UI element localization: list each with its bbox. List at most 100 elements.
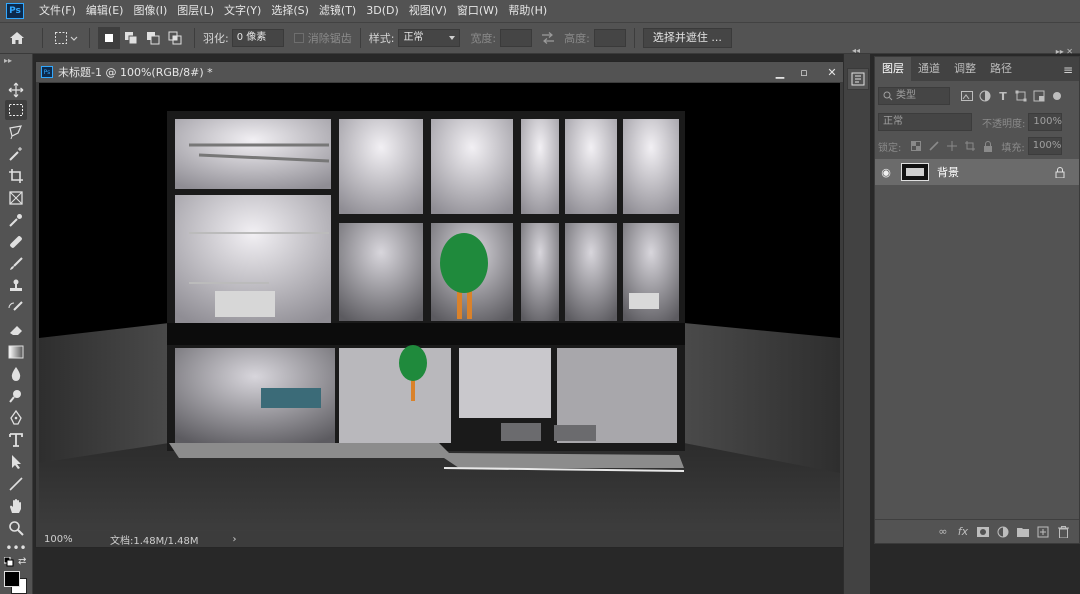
style-select[interactable]: 正常 bbox=[398, 29, 461, 47]
blend-mode-select[interactable]: 正常 bbox=[878, 113, 972, 131]
document-tab[interactable]: Ps 未标题-1 @ 100%(RGB/8#) * ▁ ▫ ✕ bbox=[36, 62, 854, 82]
filter-adjustment-button[interactable] bbox=[976, 87, 994, 105]
opacity-input[interactable]: 100% bbox=[1028, 113, 1063, 131]
panel-menu-icon[interactable]: ≡ bbox=[1063, 64, 1073, 76]
brush-tool[interactable] bbox=[5, 254, 27, 274]
menu-type[interactable]: 文字(Y) bbox=[219, 0, 266, 22]
intersect-selection-button[interactable] bbox=[164, 27, 186, 49]
menu-help[interactable]: 帮助(H) bbox=[503, 0, 552, 22]
menu-edit[interactable]: 编辑(E) bbox=[81, 0, 129, 22]
marquee-preset-button[interactable] bbox=[51, 27, 81, 49]
pen-tool[interactable] bbox=[5, 408, 27, 428]
healing-brush-tool[interactable] bbox=[5, 232, 27, 252]
filter-shape-button[interactable] bbox=[1012, 87, 1030, 105]
separator bbox=[89, 28, 90, 48]
collapse-arrows-icon[interactable]: ▸▸ bbox=[4, 56, 12, 65]
lock-artboard-button[interactable] bbox=[961, 137, 979, 155]
move-tool[interactable] bbox=[5, 80, 27, 100]
width-input[interactable] bbox=[500, 29, 533, 47]
separator bbox=[42, 28, 43, 48]
lock-transparent-button[interactable] bbox=[907, 137, 925, 155]
restore-button[interactable]: ▫ bbox=[793, 64, 815, 80]
hand-icon bbox=[10, 499, 21, 513]
canvas[interactable] bbox=[39, 83, 840, 532]
path-select-tool[interactable] bbox=[5, 452, 27, 472]
add-mask-button[interactable] bbox=[973, 522, 993, 542]
home-button[interactable] bbox=[0, 27, 34, 49]
shape-icon bbox=[1015, 90, 1027, 102]
link-layers-button[interactable]: ∞ bbox=[933, 522, 953, 542]
frame-tool[interactable] bbox=[5, 188, 27, 208]
magnifier-icon bbox=[9, 521, 24, 536]
select-and-mask-button[interactable]: 选择并遮住 ... bbox=[642, 28, 732, 48]
filter-pixel-button[interactable] bbox=[958, 87, 976, 105]
layer-row[interactable]: ◉ 背景 bbox=[875, 159, 1079, 185]
menu-file[interactable]: 文件(F) bbox=[34, 0, 81, 22]
rect-marquee-tool[interactable] bbox=[5, 100, 27, 120]
clone-stamp-tool[interactable] bbox=[5, 276, 27, 296]
menu-view[interactable]: 视图(V) bbox=[404, 0, 452, 22]
hand-tool[interactable] bbox=[5, 496, 27, 516]
checker-icon bbox=[911, 141, 922, 151]
lasso-tool[interactable] bbox=[5, 122, 27, 142]
collapse-arrows-icon[interactable]: ◂◂ bbox=[852, 46, 860, 55]
status-bar: 100% 文档:1.48M/1.48M › bbox=[36, 531, 854, 547]
new-selection-button[interactable] bbox=[98, 27, 120, 49]
menu-layer[interactable]: 图层(L) bbox=[172, 0, 219, 22]
minimize-button[interactable]: ▁ bbox=[769, 64, 791, 80]
status-expand-icon[interactable]: › bbox=[233, 534, 237, 545]
antialias-checkbox[interactable] bbox=[293, 33, 304, 43]
delete-layer-button[interactable] bbox=[1053, 522, 1073, 542]
visibility-eye-icon[interactable]: ◉ bbox=[875, 166, 897, 179]
menu-select[interactable]: 选择(S) bbox=[266, 0, 314, 22]
type-tool[interactable] bbox=[5, 430, 27, 450]
gradient-tool[interactable] bbox=[5, 342, 27, 362]
menu-3d[interactable]: 3D(D) bbox=[361, 0, 404, 22]
antialias-label: 消除锯齿 bbox=[307, 32, 352, 45]
menu-image[interactable]: 图像(I) bbox=[128, 0, 172, 22]
lock-all-button[interactable] bbox=[979, 137, 997, 155]
eraser-tool[interactable] bbox=[5, 320, 27, 340]
subtract-selection-button[interactable] bbox=[142, 27, 164, 49]
zoom-level[interactable]: 100% bbox=[36, 534, 76, 545]
line-icon bbox=[9, 477, 23, 491]
dodge-tool[interactable] bbox=[5, 386, 27, 406]
filter-smart-object-button[interactable] bbox=[1030, 87, 1048, 105]
fill-input[interactable]: 100% bbox=[1027, 137, 1062, 155]
layer-filter-select[interactable]: 类型 bbox=[878, 87, 950, 105]
layer-style-button[interactable]: fx bbox=[953, 522, 973, 542]
menu-filter[interactable]: 滤镜(T) bbox=[314, 0, 361, 22]
new-group-button[interactable] bbox=[1013, 522, 1033, 542]
tab-paths[interactable]: 路径 bbox=[983, 57, 1019, 81]
tab-channels[interactable]: 通道 bbox=[911, 57, 947, 81]
close-button[interactable]: ✕ bbox=[821, 64, 843, 80]
foreground-color-swatch[interactable] bbox=[4, 571, 20, 587]
new-layer-button[interactable] bbox=[1033, 522, 1053, 542]
history-panel-button[interactable] bbox=[847, 68, 869, 90]
new-selection-icon bbox=[105, 34, 113, 42]
new-adjustment-button[interactable] bbox=[993, 522, 1013, 542]
blur-tool[interactable] bbox=[5, 364, 27, 384]
more-tools-button[interactable]: ••• bbox=[5, 538, 27, 558]
tab-layers[interactable]: 图层 bbox=[875, 57, 911, 81]
default-colors-icon[interactable] bbox=[3, 556, 14, 570]
tab-adjustments[interactable]: 调整 bbox=[947, 57, 983, 81]
magic-wand-tool[interactable] bbox=[5, 144, 27, 164]
panel-collapse-icon[interactable]: ▸▸ ✕ bbox=[1056, 47, 1073, 56]
lock-position-button[interactable] bbox=[943, 137, 961, 155]
history-brush-tool[interactable] bbox=[5, 298, 27, 318]
swap-dimensions-button[interactable] bbox=[536, 27, 560, 49]
line-tool[interactable] bbox=[5, 474, 27, 494]
menu-window[interactable]: 窗口(W) bbox=[452, 0, 503, 22]
feather-input[interactable]: 0 像素 bbox=[231, 29, 284, 47]
swap-colors-icon[interactable]: ⇄ bbox=[18, 556, 26, 567]
add-selection-button[interactable] bbox=[120, 27, 142, 49]
crop-tool[interactable] bbox=[5, 166, 27, 186]
height-input[interactable] bbox=[593, 29, 626, 47]
zoom-tool[interactable] bbox=[5, 518, 27, 538]
eyedropper-tool[interactable] bbox=[5, 210, 27, 230]
filter-toggle-button[interactable] bbox=[1048, 87, 1066, 105]
lock-pixels-button[interactable] bbox=[925, 137, 943, 155]
lock-row: 锁定: 填充: 100% bbox=[878, 137, 1078, 155]
filter-type-button[interactable]: T bbox=[994, 87, 1012, 105]
